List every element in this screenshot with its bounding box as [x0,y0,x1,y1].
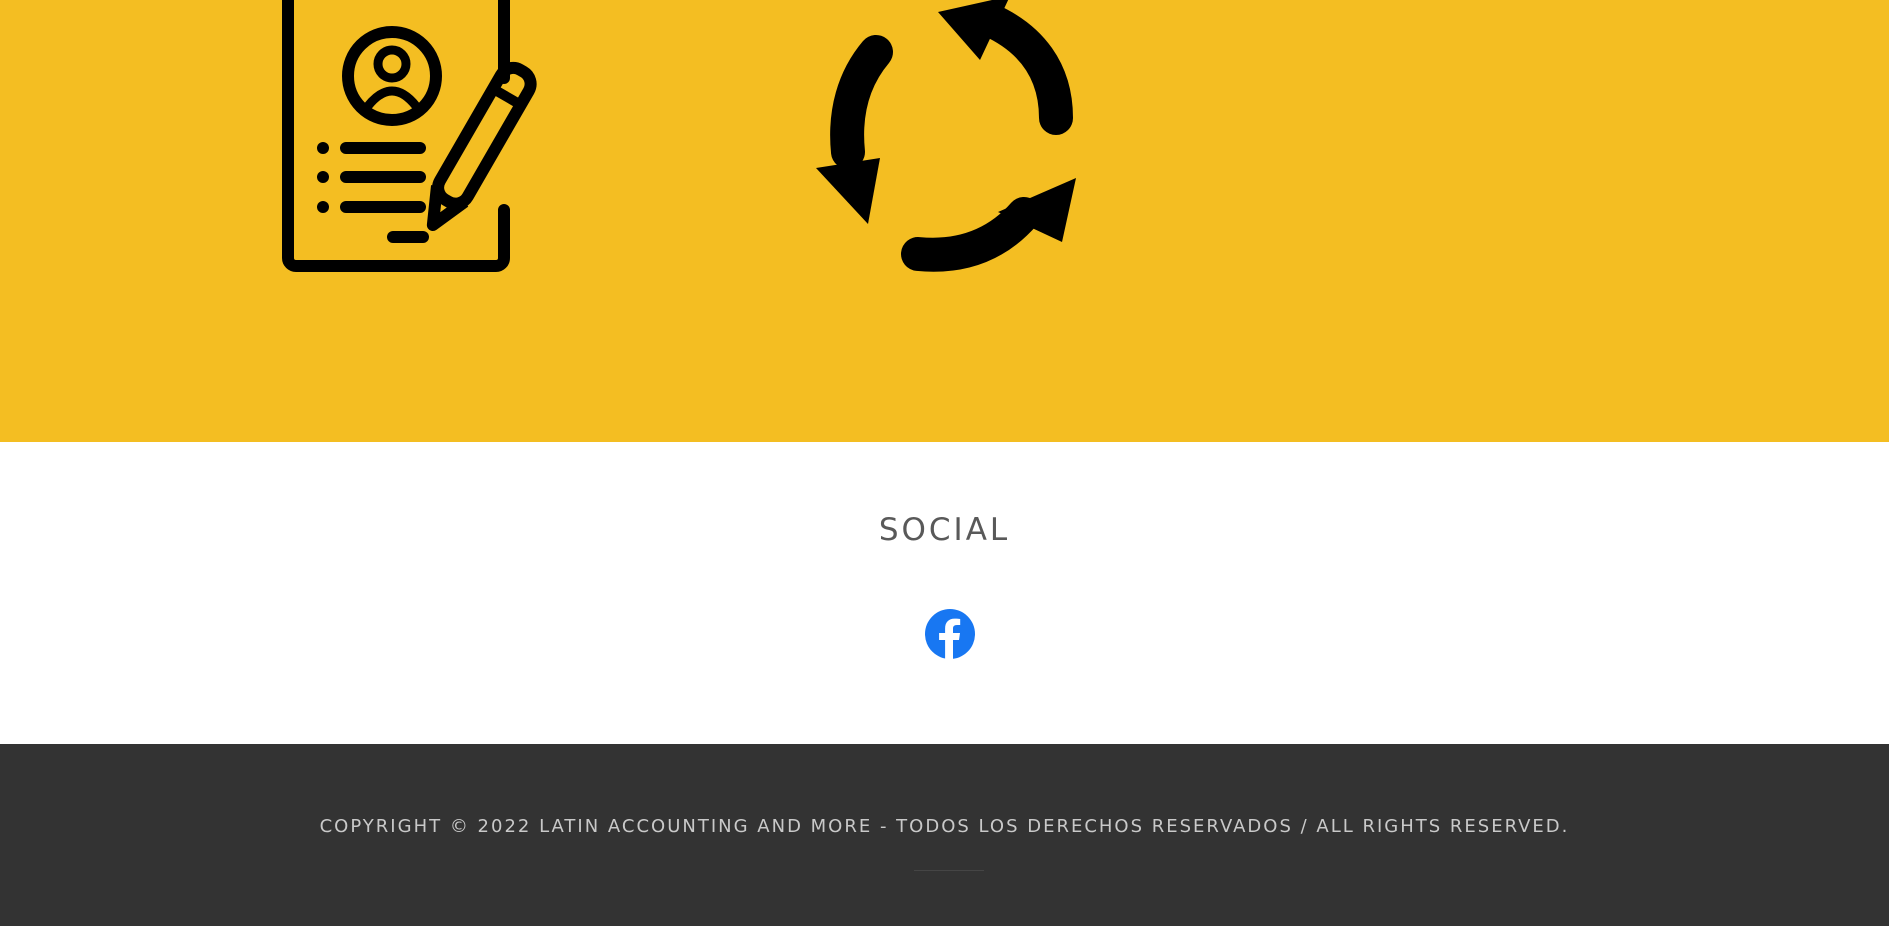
copyright-text: COPYRIGHT © 2022 LATIN ACCOUNTING AND MO… [319,816,1570,837]
resume-document-icon [282,0,537,272]
social-section [0,442,1889,744]
facebook-icon [925,609,975,660]
social-heading: SOCIAL [878,512,1011,548]
features-section [0,0,1889,442]
refresh-cycle-icon [816,0,1076,272]
facebook-link[interactable] [924,608,976,660]
footer-divider [914,870,984,871]
